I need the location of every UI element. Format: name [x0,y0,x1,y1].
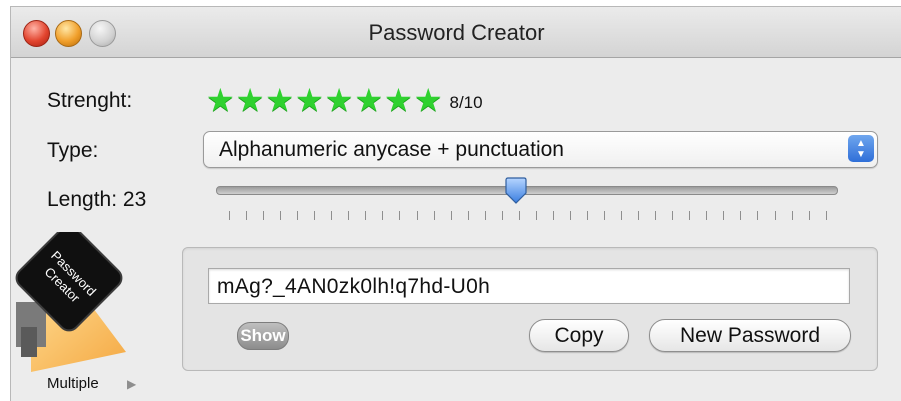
slider-tick [484,211,486,220]
slider-tick [280,211,282,220]
slider-tick [467,211,469,220]
show-button[interactable]: Show [237,322,289,350]
slider-tick [638,211,640,220]
slider-tick [365,211,367,220]
slider-tick [808,211,810,220]
slider-tick [552,211,554,220]
slider-tick [621,211,623,220]
strength-label: Strenght: [47,89,133,112]
type-label: Type: [47,139,99,162]
strength-rating: ★ ★ ★ ★ ★ ★ ★ ★ 8/10 [206,84,483,116]
password-creator-app-icon: Password Creator [15,232,126,372]
star-icon: ★ [413,82,443,118]
length-slider-knob[interactable] [504,177,528,205]
star-icon: ★ [235,82,265,118]
slider-tick [569,211,571,220]
password-creator-window: Password Creator Strenght: ★ ★ ★ ★ ★ ★ ★… [10,6,901,401]
star-icon: ★ [324,82,354,118]
slider-tick [450,211,452,220]
slider-tick [314,211,316,220]
type-select-value: Alphanumeric anycase + punctuation [219,138,564,161]
star-icon: ★ [384,82,413,118]
star-icon: ★ [206,82,235,118]
slider-tick [535,211,537,220]
multiple-label[interactable]: Multiple [47,375,99,392]
slider-tick [297,211,299,220]
slider-tick [825,211,827,220]
slider-tick [416,211,418,220]
slider-tick [246,211,248,220]
slider-tick [382,211,384,220]
slider-tick [791,211,793,220]
copy-button[interactable]: Copy [529,319,629,352]
select-arrows-icon: ▲ ▼ [848,135,874,162]
slider-tick [331,211,333,220]
slider-tick [229,211,230,220]
window-title: Password Creator [368,20,545,45]
title-bar: Password Creator [11,7,901,58]
slider-tick [263,211,265,220]
slider-tick [348,211,350,220]
type-select[interactable]: Alphanumeric anycase + punctuation ▲ ▼ [203,131,878,168]
slider-tick [586,211,588,220]
slider-tick [774,211,776,220]
disclosure-triangle-icon[interactable]: ▶ [127,377,136,391]
length-slider-ticks [229,211,827,221]
slider-tick [501,211,503,220]
password-panel [182,247,878,371]
slider-tick [706,211,708,220]
slider-tick [399,211,401,220]
slider-tick [757,211,759,220]
password-field[interactable]: mAg?_4AN0zk0lh!q7hd-U0h [208,268,850,304]
password-value: mAg?_4AN0zk0lh!q7hd-U0h [217,275,491,298]
slider-tick [433,211,435,220]
slider-tick [518,211,520,220]
new-password-button[interactable]: New Password [649,319,851,352]
star-icon: ★ [295,82,324,118]
slider-tick [655,211,657,220]
slider-tick [672,211,674,220]
slider-tick [604,211,606,220]
strength-count: 8/10 [449,93,483,112]
length-label: Length: 23 [47,188,147,211]
slider-tick [723,211,725,220]
slider-tick [689,211,691,220]
slider-tick [740,211,742,220]
star-icon: ★ [265,82,295,118]
star-icon: ★ [354,82,384,118]
